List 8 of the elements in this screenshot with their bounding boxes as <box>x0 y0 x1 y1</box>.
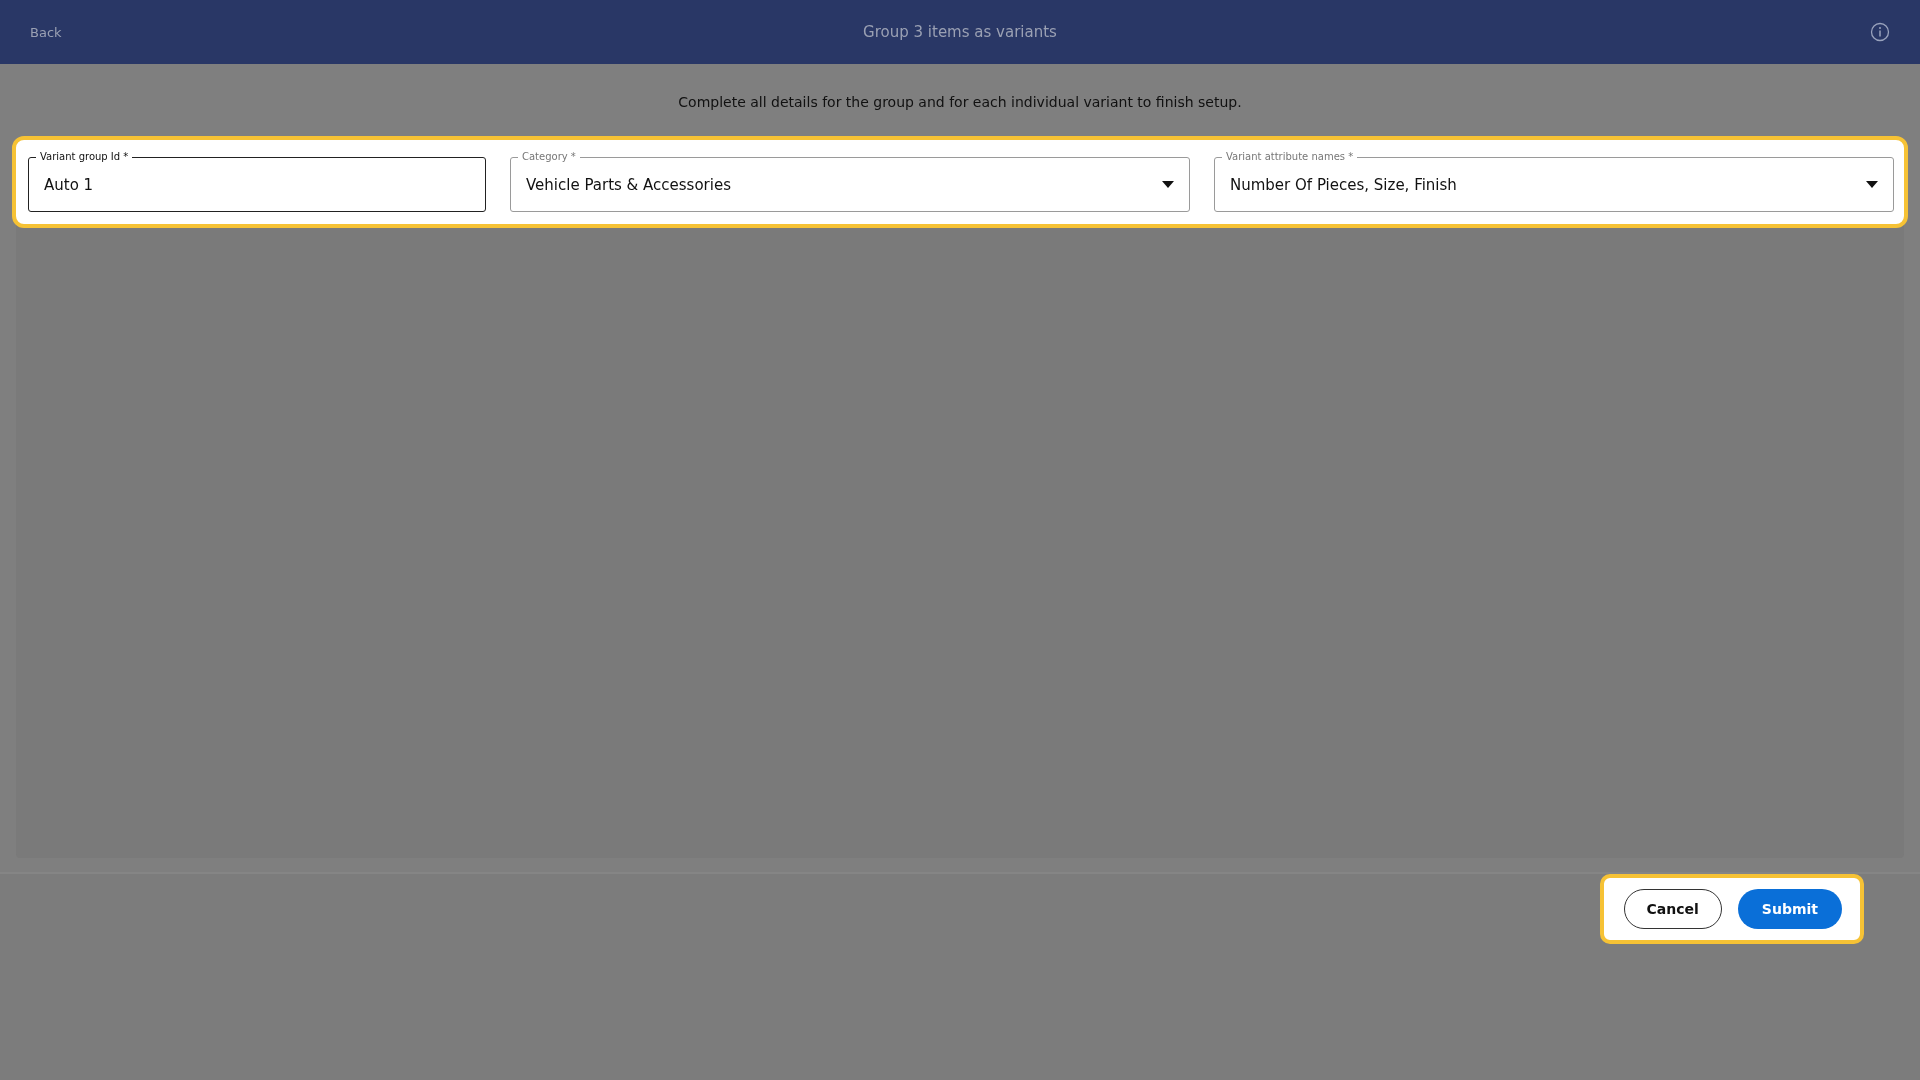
caret-icon <box>1866 181 1878 188</box>
caret-icon <box>1162 181 1174 188</box>
cancel-button[interactable]: Cancel <box>1623 889 1722 929</box>
back-link[interactable]: Back <box>30 24 150 40</box>
page-title: Group 3 items as variants <box>862 23 1058 41</box>
instructions-text: Complete all details for the group and for each individual variant to finish setup. <box>677 94 1243 110</box>
info-icon[interactable] <box>1870 22 1890 42</box>
submit-button[interactable]: Submit <box>1737 889 1842 929</box>
